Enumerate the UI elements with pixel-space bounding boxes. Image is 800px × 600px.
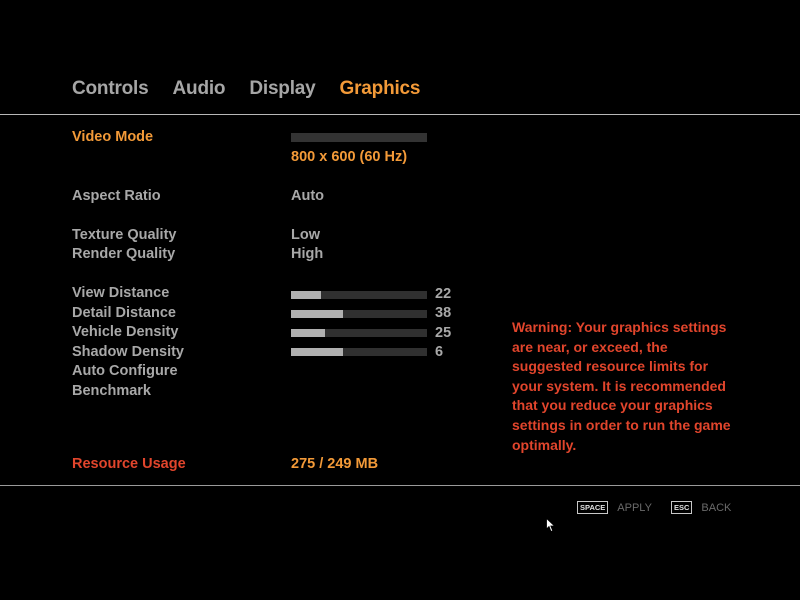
tab-graphics[interactable]: Graphics: [340, 78, 421, 106]
detail-distance-label[interactable]: Detail Distance: [72, 305, 176, 321]
render-quality-label[interactable]: Render Quality: [72, 246, 175, 262]
detail-distance-value: 38: [435, 305, 452, 321]
shadow-density-slider[interactable]: [291, 348, 427, 356]
shadow-density-slider-fill: [291, 348, 343, 356]
video-mode-label[interactable]: Video Mode: [72, 129, 153, 145]
video-mode-value: 800 x 600 (60 Hz): [291, 149, 408, 165]
warning-message: Warning: Your graphics settings are near…: [512, 319, 731, 453]
view-distance-slider-fill: [291, 291, 321, 299]
apply-hint[interactable]: SPACE APPLY: [577, 501, 652, 514]
space-key-icon: SPACE: [577, 501, 609, 514]
back-hint[interactable]: ESC BACK: [671, 501, 731, 514]
view-distance-slider[interactable]: [291, 291, 427, 299]
video-mode-selector-bar[interactable]: [291, 133, 427, 142]
resource-usage-label: Resource Usage: [72, 456, 186, 472]
resource-usage-value: 275 / 249 MB: [291, 456, 379, 472]
tab-display[interactable]: Display: [249, 78, 315, 106]
detail-distance-slider[interactable]: [291, 310, 427, 318]
render-quality-value: High: [291, 246, 324, 262]
detail-distance-slider-fill: [291, 310, 343, 318]
esc-key-icon: ESC: [671, 501, 693, 514]
shadow-density-value: 6: [435, 344, 444, 360]
header-divider: [0, 114, 800, 115]
aspect-ratio-label[interactable]: Aspect Ratio: [72, 188, 161, 204]
texture-quality-value: Low: [291, 227, 320, 243]
benchmark-button[interactable]: Benchmark: [72, 383, 151, 399]
apply-label: APPLY: [617, 501, 652, 514]
view-distance-label[interactable]: View Distance: [72, 285, 169, 301]
back-label: BACK: [701, 501, 732, 514]
texture-quality-label[interactable]: Texture Quality: [72, 227, 176, 243]
tab-bar: Controls Audio Display Graphics: [72, 78, 444, 106]
vehicle-density-slider-fill: [291, 329, 325, 337]
auto-configure-button[interactable]: Auto Configure: [72, 363, 178, 379]
vehicle-density-slider[interactable]: [291, 329, 427, 337]
tab-audio[interactable]: Audio: [173, 78, 226, 106]
mouse-cursor-icon: [546, 518, 556, 533]
tab-controls[interactable]: Controls: [72, 78, 149, 106]
vehicle-density-label[interactable]: Vehicle Density: [72, 324, 178, 340]
shadow-density-label[interactable]: Shadow Density: [72, 344, 184, 360]
view-distance-value: 22: [435, 286, 452, 302]
footer-divider: [0, 485, 800, 486]
aspect-ratio-value: Auto: [291, 188, 325, 204]
vehicle-density-value: 25: [435, 325, 452, 341]
